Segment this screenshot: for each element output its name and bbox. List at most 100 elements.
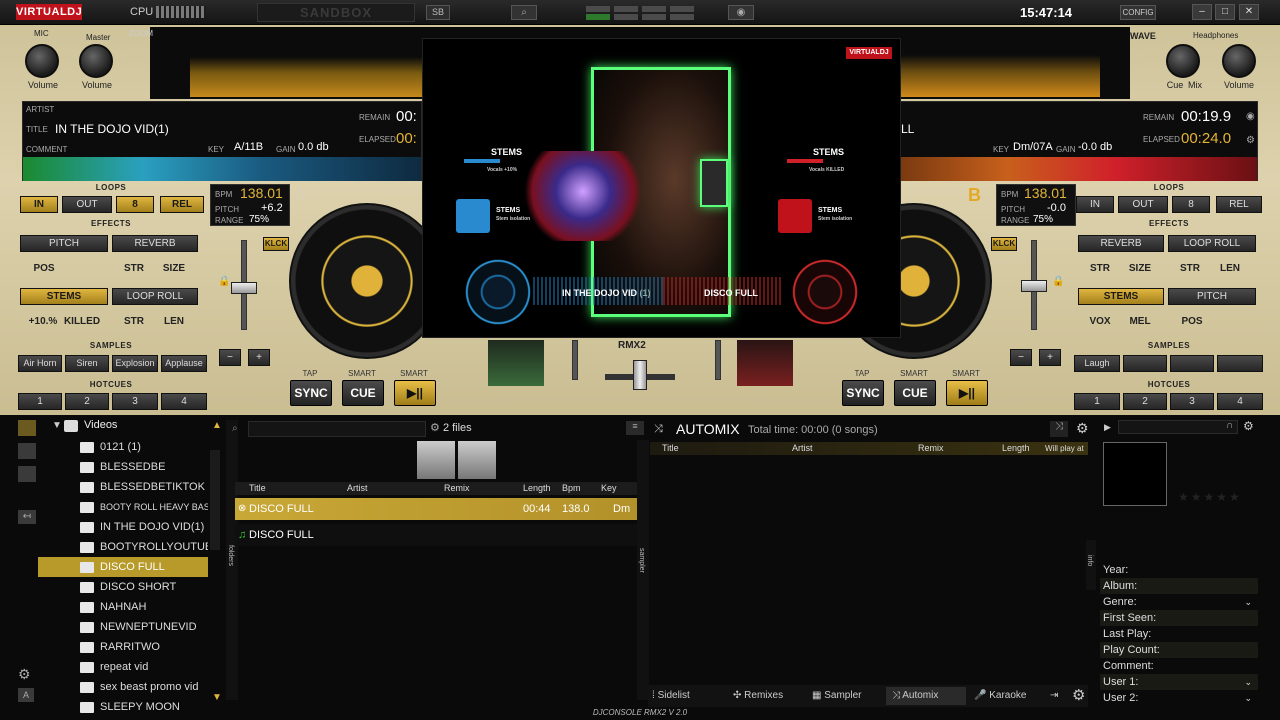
deck-a-pitch-plus[interactable]: +	[248, 349, 270, 366]
close-icon[interactable]: ✕	[1239, 4, 1259, 20]
deck-b-play-button[interactable]: ▶||	[946, 380, 988, 406]
info-field[interactable]: User 1: ⌄	[1100, 674, 1258, 690]
col-bpm[interactable]: Bpm	[562, 482, 581, 495]
shuffle-icon[interactable]: ⤨	[654, 423, 663, 436]
record-icon[interactable]: ◉	[728, 5, 754, 20]
deck-a-fx3-param2[interactable]: KILLED	[62, 316, 102, 327]
layout-button-4[interactable]	[670, 6, 694, 12]
deck-a-fx2-param1[interactable]: STR	[116, 263, 152, 274]
back-icon[interactable]: ↤	[18, 510, 36, 524]
deck-a-sample-siren[interactable]: Siren	[65, 355, 109, 372]
deck-b-fx-loop-roll-button[interactable]: LOOP ROLL	[1168, 235, 1256, 252]
deck-a-sample-air-horn[interactable]: Air Horn	[18, 355, 62, 372]
deck-a-hotcue-1[interactable]: 1	[18, 393, 62, 410]
automix-shuffle-button[interactable]: ⤨	[1050, 421, 1068, 437]
deck-b-hotcue-1[interactable]: 1	[1074, 393, 1120, 410]
search-icon-small[interactable]: ⌕	[232, 423, 238, 434]
deck-b-sample-3[interactable]	[1170, 355, 1214, 372]
layout-button-5[interactable]	[586, 14, 610, 20]
headphones-volume-knob[interactable]	[1222, 44, 1256, 78]
folder-nav-icon[interactable]	[18, 420, 36, 436]
col-length[interactable]: Length	[523, 482, 551, 495]
info-field[interactable]: Last Play:	[1100, 626, 1258, 642]
cover-thumb-1[interactable]	[417, 441, 455, 479]
deck-a-fx-loop-roll-button[interactable]: LOOP ROLL	[112, 288, 198, 305]
deck-a-sync-button[interactable]: SYNC	[290, 380, 332, 406]
automix-col-remix[interactable]: Remix	[918, 442, 944, 455]
tab-karaoke[interactable]: 🎤 Karaoke	[974, 687, 1026, 705]
folder-item[interactable]: BOOTYROLLYOUTUBE	[80, 537, 208, 557]
deck-b-sample-4[interactable]	[1217, 355, 1263, 372]
col-artist[interactable]: Artist	[347, 482, 368, 495]
layout-button-1[interactable]	[586, 6, 610, 12]
deck-a-fx4-param1[interactable]: STR	[116, 316, 152, 327]
search-input[interactable]	[248, 421, 426, 437]
deck-b-fx3-param1[interactable]: VOX	[1082, 316, 1118, 327]
playlist-icon[interactable]	[18, 466, 36, 482]
info-field[interactable]: User 2: ⌄	[1100, 690, 1258, 706]
layout-button-3[interactable]	[642, 6, 666, 12]
deck-b-fx-pitch-button[interactable]: PITCH	[1168, 288, 1256, 305]
dropdown-chevron-icon[interactable]: ⌄	[1244, 690, 1252, 706]
deck-a-fx1-param[interactable]: POS	[24, 263, 64, 274]
layout-button-7[interactable]	[642, 14, 666, 20]
tab-sampler[interactable]: ▦ Sampler	[812, 687, 861, 705]
deck-b-fx1-param1[interactable]: STR	[1082, 263, 1118, 274]
search-icon[interactable]: ⌕	[511, 5, 537, 20]
folder-item[interactable]: BLESSEDBETIKTOK	[80, 477, 208, 497]
deck-a-pitch-minus[interactable]: −	[219, 349, 241, 366]
file-row[interactable]: ♫ DISCO FULL	[235, 524, 637, 546]
cover-thumb-2[interactable]	[458, 441, 496, 479]
deck-a-pitch-fader-cap[interactable]	[231, 282, 257, 294]
layout-button-8[interactable]	[670, 14, 694, 20]
deck-a-hotcue-3[interactable]: 3	[112, 393, 158, 410]
tab-remixes[interactable]: ✣ Remixes	[733, 687, 783, 705]
deck-b-fx2-param2[interactable]: LEN	[1212, 263, 1248, 274]
deck-b-hotcue-3[interactable]: 3	[1170, 393, 1214, 410]
deck-a-loop-length-button[interactable]: 8	[116, 196, 154, 213]
info-field[interactable]: Year:	[1100, 562, 1258, 578]
folder-item[interactable]: repeat vid	[80, 657, 208, 677]
mic-volume-knob[interactable]	[25, 44, 59, 78]
deck-a-lock-icon[interactable]: 🔒	[218, 276, 230, 287]
deck-b-fx-stems-button[interactable]: STEMS	[1078, 288, 1164, 305]
deck-b-waveform[interactable]	[901, 157, 1257, 181]
deck-a-loop-in-button[interactable]: IN	[20, 196, 58, 213]
preview-bar[interactable]	[1118, 420, 1238, 434]
deck-a-keylock-button[interactable]: KLCK	[263, 237, 289, 251]
layout-button-2[interactable]	[614, 6, 638, 12]
col-key[interactable]: Key	[601, 482, 617, 495]
sampler-side-tab[interactable]: sampler	[637, 440, 649, 700]
deck-a-loop-out-button[interactable]: OUT	[62, 196, 112, 213]
settings-gear-icon[interactable]: ⚙	[18, 666, 31, 683]
folder-item[interactable]: sex beast promo vid	[80, 677, 208, 697]
automix-col-title[interactable]: Title	[662, 442, 679, 455]
rating-stars[interactable]: ★★★★★	[1178, 490, 1242, 504]
files-gear-icon[interactable]: ⚙	[430, 422, 440, 434]
deck-b-fx3-param2[interactable]: MEL	[1122, 316, 1158, 327]
cue-mix-knob[interactable]	[1166, 44, 1200, 78]
font-icon[interactable]: A	[18, 688, 34, 702]
folders-side-tab[interactable]: folders	[226, 420, 238, 700]
info-field[interactable]: Album:	[1100, 578, 1258, 594]
gear-icon[interactable]: ⚙	[1246, 135, 1255, 146]
folder-item[interactable]: RARRITWO	[80, 637, 208, 657]
dropdown-chevron-icon[interactable]: ⌄	[1244, 674, 1252, 690]
deck-a-loop-rel-button[interactable]: REL	[160, 196, 204, 213]
maximize-icon[interactable]: □	[1215, 4, 1235, 20]
tree-scroll-up-icon[interactable]: ▲	[212, 420, 222, 431]
tree-scroll-thumb[interactable]	[210, 450, 220, 550]
filter-icon[interactable]	[18, 443, 36, 459]
col-title[interactable]: Title	[249, 482, 266, 495]
col-remix[interactable]: Remix	[444, 482, 470, 495]
deck-b-fx1-param2[interactable]: SIZE	[1122, 263, 1158, 274]
deck-b-sample-2[interactable]	[1123, 355, 1167, 372]
info-field[interactable]: Play Count:	[1100, 642, 1258, 658]
deck-a-hotcue-2[interactable]: 2	[65, 393, 109, 410]
deck-a-fx-pitch-button[interactable]: PITCH	[20, 235, 108, 252]
folder-item[interactable]: DISCO FULL	[38, 557, 208, 577]
dropdown-chevron-icon[interactable]: ⌄	[1244, 594, 1252, 610]
folder-item[interactable]: 0121 (1)	[80, 437, 208, 457]
master-volume-knob[interactable]	[79, 44, 113, 78]
sidepanel-toggle-icon[interactable]: ⇥	[1050, 687, 1058, 705]
